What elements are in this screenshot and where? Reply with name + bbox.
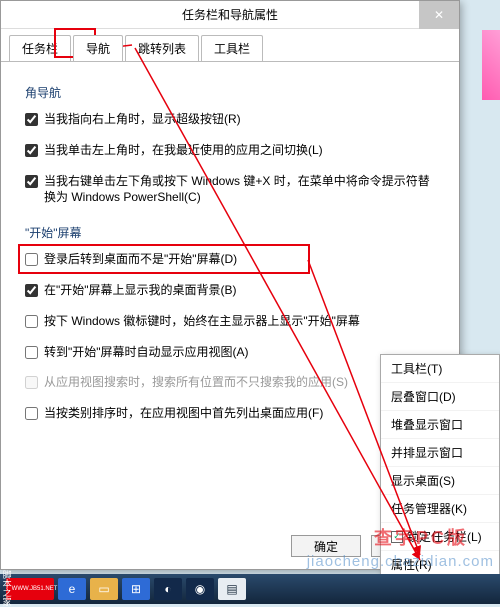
taskbar-icon-doc[interactable]: ▤ [218,578,246,600]
globe-icon: ◉ [195,582,205,596]
start-label-bottom: WWW.JB51.NET [12,586,58,592]
checkbox-desktop-on-login[interactable] [25,253,38,266]
app1-icon: ◐ [164,582,171,596]
opt-desktop-apps-first: 当按类别排序时，在应用视图中首先列出桌面应用(F) [25,405,435,422]
opt-powershell: 当我右键单击左下角或按下 Windows 键+X 时，在菜单中将命令提示符替换为… [25,173,435,207]
tab-navigation[interactable]: 导航 [73,35,123,61]
start-label-top: 脚本之家 [3,571,12,607]
opt-search-everywhere: 从应用视图搜索时，搜索所有位置而不只搜索我的应用(S) [25,374,435,391]
label-powershell: 当我右键单击左下角或按下 Windows 键+X 时，在菜单中将命令提示符替换为… [44,173,435,207]
label-desktop-bg: 在"开始"屏幕上显示我的桌面背景(B) [44,282,435,299]
ie-icon: e [69,582,76,596]
close-button[interactable]: ✕ [419,1,459,29]
doc-icon: ▤ [226,582,237,596]
taskbar-context-menu: 工具栏(T) 层叠窗口(D) 堆叠显示窗口 并排显示窗口 显示桌面(S) 任务管… [380,354,500,579]
background-decor [482,30,500,100]
check-icon: ✓ [391,531,403,543]
start-button[interactable]: 脚本之家 WWW.JB51.NET [6,578,54,600]
checkbox-charms[interactable] [25,113,38,126]
close-icon: ✕ [434,8,444,22]
tab-taskbar[interactable]: 任务栏 [9,35,71,61]
checkbox-winkey-main[interactable] [25,315,38,328]
group-start-screen: "开始"屏幕 [25,224,435,241]
label-recent-apps: 当我单击左上角时，在我最近使用的应用之间切换(L) [44,142,435,159]
taskbar-icon-app2[interactable]: ◉ [186,578,214,600]
tab-strip: 任务栏 导航 跳转列表 工具栏 [1,29,459,62]
label-desktop-apps-first: 当按类别排序时，在应用视图中首先列出桌面应用(F) [44,405,435,422]
opt-apps-view: 转到"开始"屏幕时自动显示应用视图(A) [25,344,435,361]
checkbox-powershell[interactable] [25,175,38,188]
opt-desktop-on-login: 登录后转到桌面而不是"开始"屏幕(D) [25,251,435,268]
checkbox-apps-view[interactable] [25,346,38,359]
menu-cascade[interactable]: 层叠窗口(D) [381,383,499,411]
tab-jumplist[interactable]: 跳转列表 [125,35,199,61]
checkbox-search-everywhere [25,376,38,389]
menu-show-desktop[interactable]: 显示桌面(S) [381,467,499,495]
label-desktop-on-login: 登录后转到桌面而不是"开始"屏幕(D) [44,251,435,268]
checkbox-desktop-bg[interactable] [25,284,38,297]
maxthon-icon: ⊞ [131,582,141,596]
menu-toolbars[interactable]: 工具栏(T) [381,355,499,383]
tab-toolbars[interactable]: 工具栏 [201,35,263,61]
titlebar: 任务栏和导航属性 ✕ [1,1,459,29]
taskbar-icon-app1[interactable]: ◐ [154,578,182,600]
menu-sidebyside[interactable]: 并排显示窗口 [381,439,499,467]
opt-recent-apps: 当我单击左上角时，在我最近使用的应用之间切换(L) [25,142,435,159]
label-winkey-main: 按下 Windows 徽标键时，始终在主显示器上显示"开始"屏幕 [44,313,435,330]
taskbar[interactable]: 脚本之家 WWW.JB51.NET e ▭ ⊞ ◐ ◉ ▤ [0,574,500,604]
menu-task-manager[interactable]: 任务管理器(K) [381,495,499,523]
dialog-title: 任务栏和导航属性 [182,6,278,23]
opt-charms: 当我指向右上角时，显示超级按钮(R) [25,111,435,128]
opt-desktop-bg: 在"开始"屏幕上显示我的桌面背景(B) [25,282,435,299]
menu-stacked[interactable]: 堆叠显示窗口 [381,411,499,439]
taskbar-icon-browser[interactable]: ⊞ [122,578,150,600]
checkbox-desktop-apps-first[interactable] [25,407,38,420]
label-search-everywhere: 从应用视图搜索时，搜索所有位置而不只搜索我的应用(S) [44,374,435,391]
opt-winkey-main: 按下 Windows 徽标键时，始终在主显示器上显示"开始"屏幕 [25,313,435,330]
menu-lock-taskbar[interactable]: ✓锁定任务栏(L) [381,523,499,551]
checkbox-recent-apps[interactable] [25,144,38,157]
ok-button[interactable]: 确定 [291,535,361,557]
taskbar-icon-explorer[interactable]: ▭ [90,578,118,600]
folder-icon: ▭ [98,582,109,596]
taskbar-icon-ie[interactable]: e [58,578,86,600]
label-charms: 当我指向右上角时，显示超级按钮(R) [44,111,435,128]
group-corner-nav: 角导航 [25,84,435,101]
label-apps-view: 转到"开始"屏幕时自动显示应用视图(A) [44,344,435,361]
